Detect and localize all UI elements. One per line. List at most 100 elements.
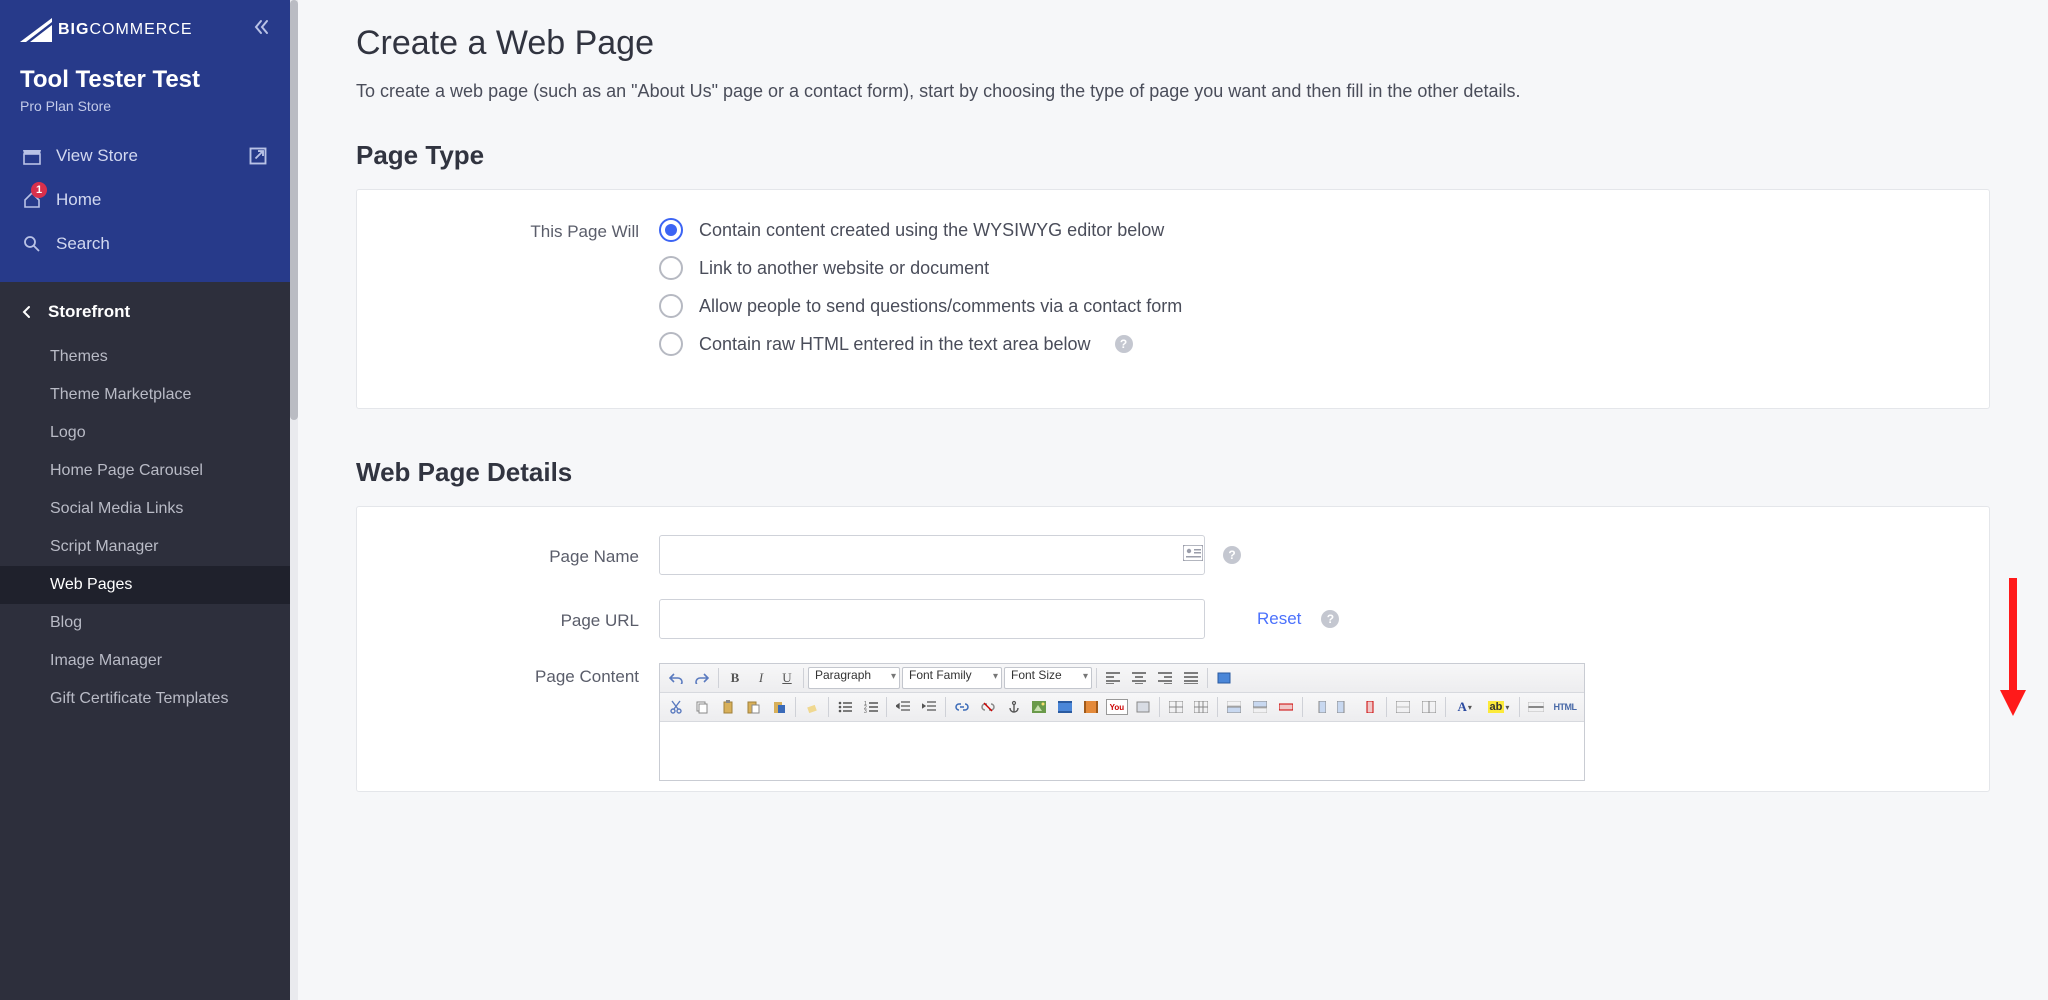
search-icon	[22, 234, 42, 254]
sidebar-item-label: Home	[56, 190, 268, 210]
italic-button[interactable]: I	[749, 667, 773, 689]
youtube-button[interactable]: You	[1105, 696, 1129, 718]
merge-button[interactable]	[1391, 696, 1415, 718]
subnav-webpages[interactable]: Web Pages	[0, 566, 290, 604]
input-card-icon	[1183, 545, 1203, 566]
outdent-button[interactable]	[891, 696, 915, 718]
radio-icon[interactable]	[659, 218, 683, 242]
row-before-button[interactable]	[1222, 696, 1246, 718]
reset-link[interactable]: Reset	[1257, 609, 1301, 629]
image-button[interactable]	[1028, 696, 1052, 718]
redo-button[interactable]	[690, 667, 714, 689]
align-left-button[interactable]	[1101, 667, 1125, 689]
html-button[interactable]: HTML	[1550, 696, 1580, 718]
page-type-panel: This Page Will Contain content created u…	[356, 189, 1990, 409]
help-icon[interactable]: ?	[1115, 335, 1133, 353]
page-content-label: Page Content	[383, 663, 659, 687]
subnav-themes[interactable]: Themes	[0, 338, 290, 376]
svg-text:3: 3	[864, 709, 867, 713]
paragraph-select[interactable]: Paragraph	[808, 667, 900, 689]
sidebar-section-label: Storefront	[48, 302, 130, 322]
store-name: Tool Tester Test	[20, 66, 270, 94]
fontfamily-select[interactable]: Font Family	[902, 667, 1002, 689]
anchor-button[interactable]	[1002, 696, 1026, 718]
sidebar-section-storefront[interactable]: Storefront	[0, 282, 290, 338]
page-url-label: Page URL	[383, 607, 659, 631]
store-plan: Pro Plan Store	[20, 98, 270, 114]
sidebar-view-store[interactable]: View Store	[20, 134, 270, 178]
fontsize-select[interactable]: Font Size	[1004, 667, 1092, 689]
page-name-input[interactable]	[659, 535, 1205, 575]
table2-button[interactable]	[1190, 696, 1214, 718]
align-center-button[interactable]	[1127, 667, 1151, 689]
brand-mark-icon	[20, 18, 52, 42]
radio-icon[interactable]	[659, 332, 683, 356]
ul-button[interactable]	[833, 696, 857, 718]
page-type-option-contact[interactable]: Allow people to send questions/comments …	[659, 294, 1963, 318]
radio-icon[interactable]	[659, 294, 683, 318]
radio-icon[interactable]	[659, 256, 683, 280]
store-icon	[22, 146, 42, 166]
col-delete-button[interactable]	[1358, 696, 1382, 718]
object-button[interactable]	[1131, 696, 1155, 718]
toolbar-row-2: 123 You	[660, 693, 1584, 722]
paste-text-button[interactable]	[741, 696, 765, 718]
subnav-social[interactable]: Social Media Links	[0, 490, 290, 528]
fullscreen-button[interactable]	[1212, 667, 1236, 689]
media-button[interactable]	[1053, 696, 1077, 718]
ol-button[interactable]: 123	[859, 696, 883, 718]
paste-word-button[interactable]	[767, 696, 791, 718]
undo-button[interactable]	[664, 667, 688, 689]
sidebar-home[interactable]: 1 Home	[20, 178, 270, 222]
subnav-logo[interactable]: Logo	[0, 414, 290, 452]
backcolor-button[interactable]: ab▾	[1482, 696, 1516, 718]
content-editor-area[interactable]	[660, 722, 1584, 780]
link-button[interactable]	[950, 696, 974, 718]
help-icon[interactable]: ?	[1223, 546, 1241, 564]
collapse-sidebar-button[interactable]	[252, 18, 270, 42]
radio-label: Contain content created using the WYSIWY…	[699, 220, 1164, 241]
bold-button[interactable]: B	[723, 667, 747, 689]
page-name-label: Page Name	[383, 543, 659, 567]
paste-button[interactable]	[716, 696, 740, 718]
page-intro: To create a web page (such as an "About …	[356, 81, 1990, 102]
split-button[interactable]	[1417, 696, 1441, 718]
subnav-gift[interactable]: Gift Certificate Templates	[0, 680, 290, 718]
table-button[interactable]	[1164, 696, 1188, 718]
subnav-image[interactable]: Image Manager	[0, 642, 290, 680]
cut-button[interactable]	[664, 696, 688, 718]
copy-button[interactable]	[690, 696, 714, 718]
col-before-button[interactable]	[1307, 696, 1331, 718]
page-type-option-link[interactable]: Link to another website or document	[659, 256, 1963, 280]
brand-logo: BIGCOMMERCE	[20, 18, 193, 42]
subnav-marketplace[interactable]: Theme Marketplace	[0, 376, 290, 414]
align-justify-button[interactable]	[1179, 667, 1203, 689]
unlink-button[interactable]	[976, 696, 1000, 718]
scrollbar-thumb[interactable]	[290, 0, 298, 420]
radio-label: Contain raw HTML entered in the text are…	[699, 334, 1091, 355]
page-type-option-wysiwyg[interactable]: Contain content created using the WYSIWY…	[659, 218, 1963, 242]
home-badge: 1	[31, 182, 47, 198]
row-delete-button[interactable]	[1274, 696, 1298, 718]
sidebar-scrollbar[interactable]	[290, 0, 298, 1000]
film-button[interactable]	[1079, 696, 1103, 718]
sidebar-search[interactable]: Search	[20, 222, 270, 266]
indent-button[interactable]	[917, 696, 941, 718]
forecolor-button[interactable]: A▾	[1450, 696, 1480, 718]
subnav-carousel[interactable]: Home Page Carousel	[0, 452, 290, 490]
hr-button[interactable]	[1524, 696, 1548, 718]
help-icon[interactable]: ?	[1321, 610, 1339, 628]
subnav-blog[interactable]: Blog	[0, 604, 290, 642]
section-details-heading: Web Page Details	[356, 457, 1990, 488]
wysiwyg-editor: B I U Paragraph Font Family Font Size	[659, 663, 1585, 781]
clear-format-button[interactable]	[800, 696, 824, 718]
subnav-script[interactable]: Script Manager	[0, 528, 290, 566]
align-right-button[interactable]	[1153, 667, 1177, 689]
page-type-option-rawhtml[interactable]: Contain raw HTML entered in the text are…	[659, 332, 1963, 356]
col-after-button[interactable]	[1333, 696, 1357, 718]
page-url-input[interactable]	[659, 599, 1205, 639]
underline-button[interactable]: U	[775, 667, 799, 689]
sidebar-item-label: Search	[56, 234, 268, 254]
external-link-icon	[248, 146, 268, 166]
row-after-button[interactable]	[1248, 696, 1272, 718]
